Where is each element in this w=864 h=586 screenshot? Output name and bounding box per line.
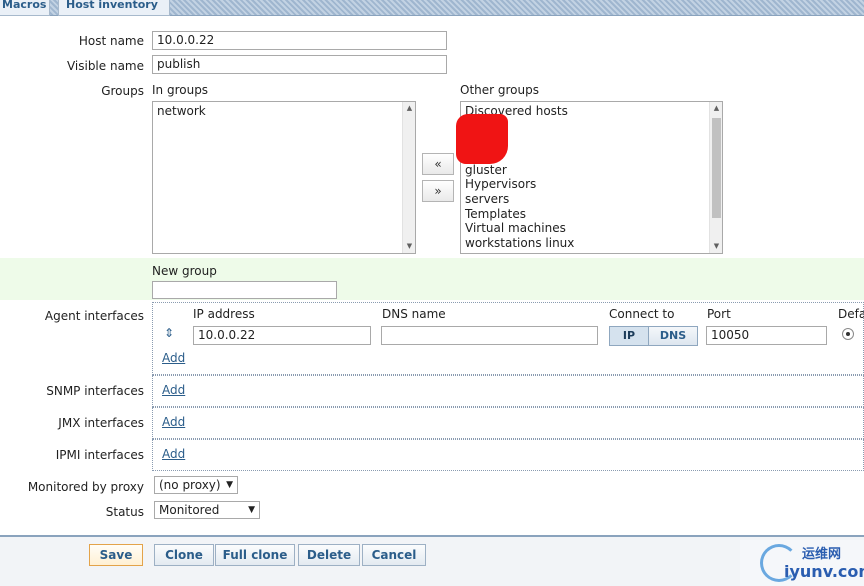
- jmx-interfaces-label: JMX interfaces: [58, 416, 144, 430]
- watermark-url-text: iyunv.com: [784, 562, 864, 581]
- other-groups-label: Other groups: [460, 83, 539, 97]
- proxy-select[interactable]: (no proxy) ▼: [154, 476, 238, 494]
- tab-host-inventory[interactable]: Host inventory: [58, 0, 170, 16]
- list-item[interactable]: Templates: [461, 207, 722, 222]
- cancel-button[interactable]: Cancel: [362, 544, 426, 566]
- ipmi-interfaces-box: [152, 439, 864, 471]
- full-clone-button[interactable]: Full clone: [215, 544, 295, 566]
- connect-dns-toggle[interactable]: DNS: [648, 326, 698, 346]
- ip-address-header: IP address: [193, 307, 255, 321]
- list-item[interactable]: Virtual machines: [461, 221, 722, 236]
- monitored-by-proxy-label: Monitored by proxy: [27, 480, 144, 494]
- new-group-row: [0, 258, 864, 300]
- tab-host-inventory-label: Host inventory: [66, 0, 158, 11]
- list-item[interactable]: Hypervisors: [461, 177, 722, 192]
- radio-dot-icon: [846, 332, 850, 336]
- status-select-value: Monitored: [159, 503, 220, 517]
- list-item[interactable]: network: [153, 104, 415, 119]
- redaction-mark: [456, 114, 508, 164]
- scroll-down-arrow-icon[interactable]: ▼: [710, 240, 722, 253]
- jmx-add-link[interactable]: Add: [162, 415, 185, 429]
- proxy-select-value: (no proxy): [159, 478, 221, 492]
- ipmi-interfaces-label: IPMI interfaces: [55, 448, 144, 462]
- port-input[interactable]: 10050: [706, 326, 827, 345]
- clone-button[interactable]: Clone: [154, 544, 214, 566]
- watermark: 运维网 iyunv.com: [740, 540, 864, 586]
- dns-name-header: DNS name: [382, 307, 446, 321]
- ipmi-add-link[interactable]: Add: [162, 447, 185, 461]
- dns-name-input[interactable]: [381, 326, 598, 345]
- port-header: Port: [707, 307, 731, 321]
- agent-interfaces-label: Agent interfaces: [44, 309, 144, 323]
- visible-name-label: Visible name: [66, 59, 144, 73]
- watermark-cn-text: 运维网: [802, 547, 842, 562]
- scroll-up-arrow-icon[interactable]: ▲: [403, 102, 415, 115]
- groups-label: Groups: [101, 84, 144, 98]
- save-button[interactable]: Save: [89, 544, 143, 566]
- connect-to-header: Connect to: [609, 307, 675, 321]
- dropdown-arrow-icon: ▼: [248, 505, 255, 515]
- scroll-down-arrow-icon[interactable]: ▼: [403, 240, 415, 253]
- in-groups-scrollbar[interactable]: ▲ ▼: [402, 102, 415, 253]
- delete-button[interactable]: Delete: [298, 544, 360, 566]
- move-left-button[interactable]: «: [422, 153, 454, 175]
- host-name-input[interactable]: 10.0.0.22: [152, 31, 447, 50]
- host-name-label: Host name: [78, 34, 144, 48]
- dropdown-arrow-icon: ▼: [226, 480, 233, 490]
- ip-address-input[interactable]: 10.0.0.22: [193, 326, 371, 345]
- tab-macros-label: Macros: [2, 0, 47, 11]
- snmp-interfaces-box: [152, 375, 864, 407]
- visible-name-input[interactable]: publish: [152, 55, 447, 74]
- scroll-up-arrow-icon[interactable]: ▲: [710, 102, 722, 115]
- other-groups-scrollbar[interactable]: ▲ ▼: [709, 102, 722, 253]
- list-item[interactable]: gluster: [461, 163, 722, 178]
- default-radio[interactable]: [842, 328, 854, 340]
- status-select[interactable]: Monitored ▼: [154, 501, 260, 519]
- snmp-interfaces-label: SNMP interfaces: [46, 384, 144, 398]
- list-item[interactable]: servers: [461, 192, 722, 207]
- jmx-interfaces-box: [152, 407, 864, 439]
- default-header: Defa: [838, 307, 864, 321]
- drag-handle-icon[interactable]: ⇕: [164, 326, 174, 340]
- snmp-add-link[interactable]: Add: [162, 383, 185, 397]
- in-groups-label: In groups: [152, 83, 209, 97]
- connect-ip-toggle[interactable]: IP: [609, 326, 649, 346]
- new-group-label: New group: [152, 264, 217, 278]
- in-groups-list[interactable]: network ▲ ▼: [152, 101, 416, 254]
- tab-macros[interactable]: Macros: [0, 0, 50, 16]
- list-item[interactable]: workstations linux: [461, 236, 722, 251]
- status-label: Status: [105, 505, 144, 519]
- agent-add-link[interactable]: Add: [162, 351, 185, 365]
- scroll-thumb[interactable]: [712, 118, 721, 218]
- new-group-input[interactable]: [152, 281, 337, 299]
- move-right-button[interactable]: »: [422, 180, 454, 202]
